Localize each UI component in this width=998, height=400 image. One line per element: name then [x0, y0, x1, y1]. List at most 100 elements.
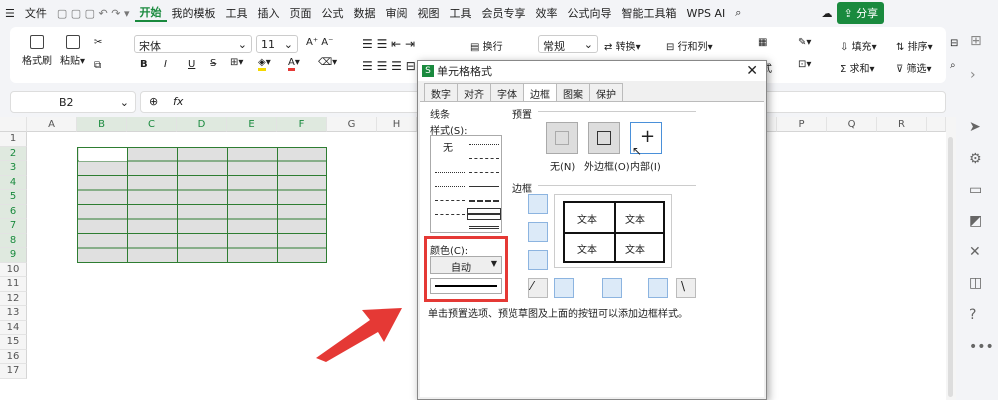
tool-icon[interactable]: ⊞: [970, 33, 982, 49]
tab-insert[interactable]: 插入: [253, 5, 285, 21]
close-icon[interactable]: ✕: [746, 63, 758, 79]
preset-outline-button[interactable]: [588, 122, 620, 154]
col-header[interactable]: A: [27, 117, 77, 132]
border-middle-h-button[interactable]: [528, 222, 548, 242]
col-header[interactable]: F: [277, 117, 327, 132]
row-header[interactable]: 9: [0, 248, 27, 263]
border-diag-up-button[interactable]: ⁄: [528, 278, 548, 298]
tab-templates[interactable]: 我的模板: [167, 5, 221, 21]
col-header[interactable]: P: [777, 117, 827, 132]
border-icon[interactable]: ⊞▾: [230, 57, 243, 68]
scrollbar-thumb[interactable]: [948, 137, 953, 397]
underline-button[interactable]: U: [188, 59, 195, 70]
paint-icon[interactable]: ✎▾: [798, 37, 811, 48]
col-header[interactable]: R: [877, 117, 927, 132]
comment-icon[interactable]: ▭: [969, 182, 982, 198]
row-header[interactable]: 6: [0, 204, 27, 219]
border-top-button[interactable]: [528, 194, 548, 214]
font-grow-icon[interactable]: A⁺ A⁻: [306, 37, 333, 48]
tab-review[interactable]: 审阅: [381, 5, 413, 21]
sum-button[interactable]: Σ 求和▾: [840, 60, 875, 75]
tools-icon[interactable]: ✕: [969, 244, 981, 260]
book-icon[interactable]: ◫: [969, 275, 982, 291]
align-top-icon[interactable]: ☰ ☰ ⇤ ⇥: [362, 37, 415, 51]
col-header-partial[interactable]: [927, 117, 946, 132]
filter-button[interactable]: ⊽ 筛选▾: [896, 60, 932, 75]
row-header[interactable]: 12: [0, 291, 27, 306]
font-size-select[interactable]: 11 ⌄: [256, 35, 298, 53]
copy-icon[interactable]: ⧉: [94, 60, 101, 71]
row-header[interactable]: 3: [0, 161, 27, 176]
tab-page[interactable]: 页面: [285, 5, 317, 21]
name-box[interactable]: B2 ⌄: [10, 91, 136, 113]
tab-home[interactable]: 开始: [134, 4, 167, 22]
row-header[interactable]: 1: [0, 132, 27, 147]
line-style-option[interactable]: [469, 200, 499, 202]
col-header[interactable]: G: [327, 117, 377, 132]
settings-sliders-icon[interactable]: ⚙: [969, 151, 982, 167]
row-col-button[interactable]: ⊟ 行和列▾: [666, 38, 713, 53]
wps-ai-button[interactable]: WPS AI: [682, 7, 731, 20]
line-style-option[interactable]: [435, 214, 465, 215]
font-color-icon[interactable]: A▾: [288, 57, 300, 71]
line-style-selected[interactable]: [467, 208, 501, 220]
freeze-icon[interactable]: ⊡▾: [798, 59, 811, 70]
border-right-button[interactable]: [648, 278, 668, 298]
align-left-icon[interactable]: ☰ ☰ ☰ ⊟: [362, 59, 416, 73]
border-bottom-button[interactable]: [528, 250, 548, 270]
fill-button[interactable]: ⇩ 填充▾: [840, 38, 877, 53]
col-header-partial[interactable]: [767, 117, 777, 132]
tab-protection[interactable]: 保护: [589, 83, 623, 103]
font-name-select[interactable]: 宋体 ⌄: [134, 35, 252, 53]
tab-formula-wizard[interactable]: 公式向导: [563, 5, 617, 21]
tab-tools-2[interactable]: 工具: [445, 5, 477, 21]
line-style-option[interactable]: [469, 144, 499, 145]
tab-alignment[interactable]: 对齐: [457, 83, 491, 103]
line-style-option[interactable]: [435, 172, 465, 173]
more-icon[interactable]: •••: [969, 339, 994, 355]
color-select[interactable]: 自动 ▼: [430, 256, 502, 274]
convert-button[interactable]: ⇄ 转换▾: [604, 38, 641, 53]
row-header[interactable]: 5: [0, 190, 27, 205]
row-header[interactable]: 17: [0, 364, 27, 379]
tab-member[interactable]: 会员专享: [477, 5, 531, 21]
row-header[interactable]: 4: [0, 175, 27, 190]
tab-pattern[interactable]: 图案: [556, 83, 590, 103]
col-header[interactable]: C: [127, 117, 177, 132]
line-style-option[interactable]: [435, 186, 465, 187]
col-header[interactable]: Q: [827, 117, 877, 132]
row-header[interactable]: 7: [0, 219, 27, 234]
bold-button[interactable]: B: [140, 59, 148, 70]
search-icon[interactable]: ⌕: [730, 6, 746, 20]
tab-data[interactable]: 数据: [349, 5, 381, 21]
search-icon[interactable]: ⌕: [950, 60, 956, 71]
help-icon[interactable]: ?: [969, 307, 976, 323]
share-button[interactable]: ⇪ 分享: [837, 2, 885, 24]
cell-style-icon[interactable]: ▦: [758, 37, 767, 48]
line-style-option[interactable]: [469, 158, 499, 159]
line-style-option[interactable]: [435, 200, 465, 201]
col-header[interactable]: H: [377, 117, 417, 132]
tab-font[interactable]: 字体: [490, 83, 524, 103]
tab-number[interactable]: 数字: [424, 83, 458, 103]
row-header[interactable]: 11: [0, 277, 27, 292]
cut-icon[interactable]: ✂: [94, 37, 102, 48]
tab-formula[interactable]: 公式: [317, 5, 349, 21]
hamburger-icon[interactable]: ☰: [0, 7, 20, 20]
toolbar-quick-icons[interactable]: ▢ ▢ ▢ ↶ ↷ ▾: [52, 7, 135, 20]
format-painter-button[interactable]: 格式刷: [22, 35, 52, 67]
fx-icon[interactable]: fx: [173, 95, 183, 108]
cursor-icon[interactable]: ➤: [969, 119, 981, 135]
line-style-option[interactable]: [469, 226, 499, 229]
col-header[interactable]: D: [177, 117, 227, 132]
tab-border[interactable]: 边框: [523, 83, 557, 103]
corner-select-all[interactable]: [0, 117, 27, 132]
strikethrough-icon[interactable]: S̶: [210, 58, 216, 69]
fill-color-icon[interactable]: ◈▾: [258, 57, 271, 71]
preset-none-button[interactable]: [546, 122, 578, 154]
col-header[interactable]: E: [227, 117, 277, 132]
border-left-button[interactable]: [554, 278, 574, 298]
row-header[interactable]: 14: [0, 320, 27, 335]
row-header[interactable]: 13: [0, 306, 27, 321]
chevron-right-icon[interactable]: ›: [970, 67, 976, 83]
